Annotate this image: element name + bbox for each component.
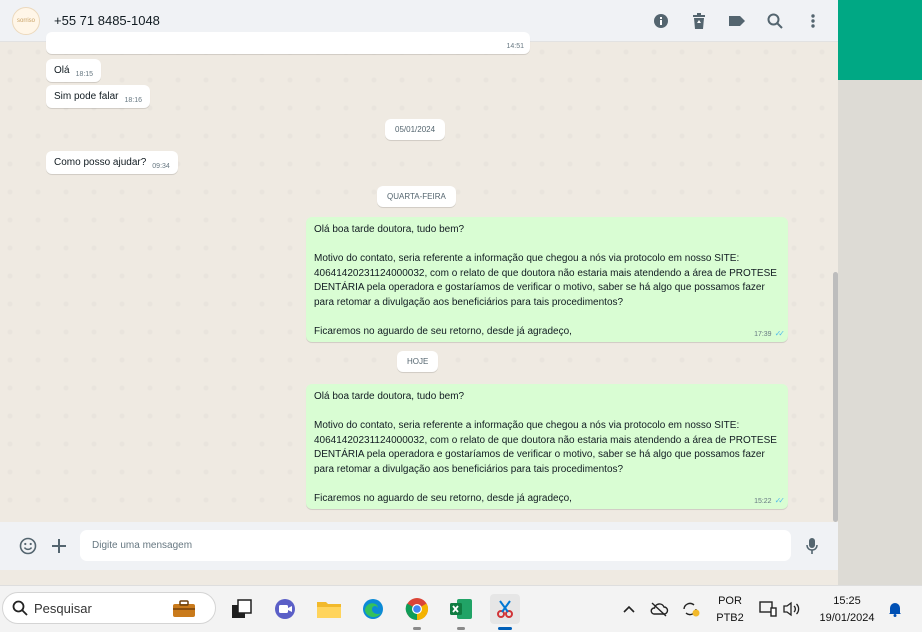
avatar-logo-text: sorriso: [16, 17, 35, 24]
message-text: Olá: [54, 65, 70, 76]
background-green-strip: [838, 0, 922, 80]
label-icon[interactable]: [726, 10, 748, 32]
kebab-menu-icon[interactable]: [802, 10, 824, 32]
message-text: Olá boa tarde doutora, tudo bem? Motivo …: [314, 391, 777, 504]
message-text: Olá boa tarde doutora, tudo bem? Motivo …: [314, 224, 777, 337]
contact-name[interactable]: +55 71 8485-1048: [54, 13, 160, 28]
trash-icon[interactable]: [688, 10, 710, 32]
system-clock[interactable]: 15:25 19/01/2024: [812, 594, 882, 625]
date-separator: HOJE: [397, 351, 439, 372]
display-icon[interactable]: [758, 599, 778, 619]
microphone-icon[interactable]: [801, 535, 823, 557]
message-outgoing[interactable]: Olá boa tarde doutora, tudo bem? Motivo …: [306, 217, 788, 342]
volume-icon[interactable]: [782, 599, 802, 619]
message-time: 15:22: [754, 498, 772, 505]
task-view-icon[interactable]: [226, 594, 256, 624]
message-text: Sim pode falar: [54, 91, 119, 102]
message-composer: [0, 522, 838, 570]
info-icon[interactable]: [650, 10, 672, 32]
read-ticks-icon: ✓✓: [774, 496, 786, 505]
whatsapp-window: sorriso +55 71 8485-1048 14:51 Olá 18:15…: [0, 0, 838, 585]
date-separator: QUARTA-FEIRA: [377, 186, 456, 207]
excel-icon[interactable]: [446, 594, 476, 630]
clock-date: 19/01/2024: [819, 612, 875, 624]
taskbar-search[interactable]: Pesquisar: [2, 592, 216, 624]
windows-taskbar: Pesquisar POR PTB2 15:25 19/01/2024: [0, 585, 922, 632]
message-outgoing[interactable]: Olá boa tarde doutora, tudo bem? Motivo …: [306, 384, 788, 509]
chrome-browser-icon[interactable]: [402, 594, 432, 630]
message-time: 18:16: [124, 97, 143, 104]
cloud-offline-icon[interactable]: [649, 599, 669, 619]
edge-browser-icon[interactable]: [358, 594, 388, 624]
chat-scrollbar[interactable]: [833, 272, 838, 522]
keyboard-layout: PTB2: [716, 612, 744, 624]
message-time: 14:51: [506, 43, 524, 50]
clock-time: 15:25: [833, 595, 861, 607]
message-time-status: 17:39 ✓✓: [754, 329, 786, 338]
search-icon[interactable]: [764, 10, 786, 32]
emoji-icon[interactable]: [17, 535, 39, 557]
sync-alert-icon[interactable]: [681, 599, 701, 619]
plus-icon[interactable]: [48, 535, 70, 557]
message-incoming[interactable]: Como posso ajudar? 09:34: [46, 151, 178, 174]
briefcase-icon: [167, 598, 201, 620]
keyboard-language-indicator[interactable]: POR PTB2: [712, 594, 748, 625]
message-incoming[interactable]: Olá 18:15: [46, 59, 102, 82]
message-time-status: 15:22 ✓✓: [754, 496, 786, 505]
search-icon: [12, 600, 28, 616]
header-actions: [650, 0, 824, 42]
message-time: 09:34: [152, 163, 170, 170]
app-active-indicator: [498, 627, 512, 630]
chevron-up-icon[interactable]: [619, 599, 639, 619]
message-time: 17:39: [754, 331, 772, 338]
app-running-indicator: [457, 627, 465, 630]
message-text: Como posso ajudar?: [54, 157, 147, 168]
search-placeholder: Pesquisar: [34, 600, 92, 616]
background-grey-area: [838, 80, 922, 585]
message-incoming[interactable]: Sim pode falar 18:16: [46, 85, 151, 108]
message-incoming-partial[interactable]: 14:51: [46, 32, 530, 54]
snipping-tool-icon[interactable]: [490, 594, 520, 630]
message-input[interactable]: [80, 530, 791, 561]
app-running-indicator: [413, 627, 421, 630]
read-ticks-icon: ✓✓: [774, 329, 786, 338]
file-explorer-icon[interactable]: [314, 594, 344, 624]
chat-pane[interactable]: 14:51 Olá 18:15 Sim pode falar 18:16 05/…: [0, 32, 838, 522]
notification-bell-icon[interactable]: [885, 599, 905, 619]
message-time: 18:15: [75, 71, 94, 78]
date-separator: 05/01/2024: [385, 119, 446, 140]
contact-avatar[interactable]: sorriso: [12, 6, 40, 35]
language-code: POR: [718, 595, 742, 607]
teams-meet-icon[interactable]: [270, 594, 300, 624]
